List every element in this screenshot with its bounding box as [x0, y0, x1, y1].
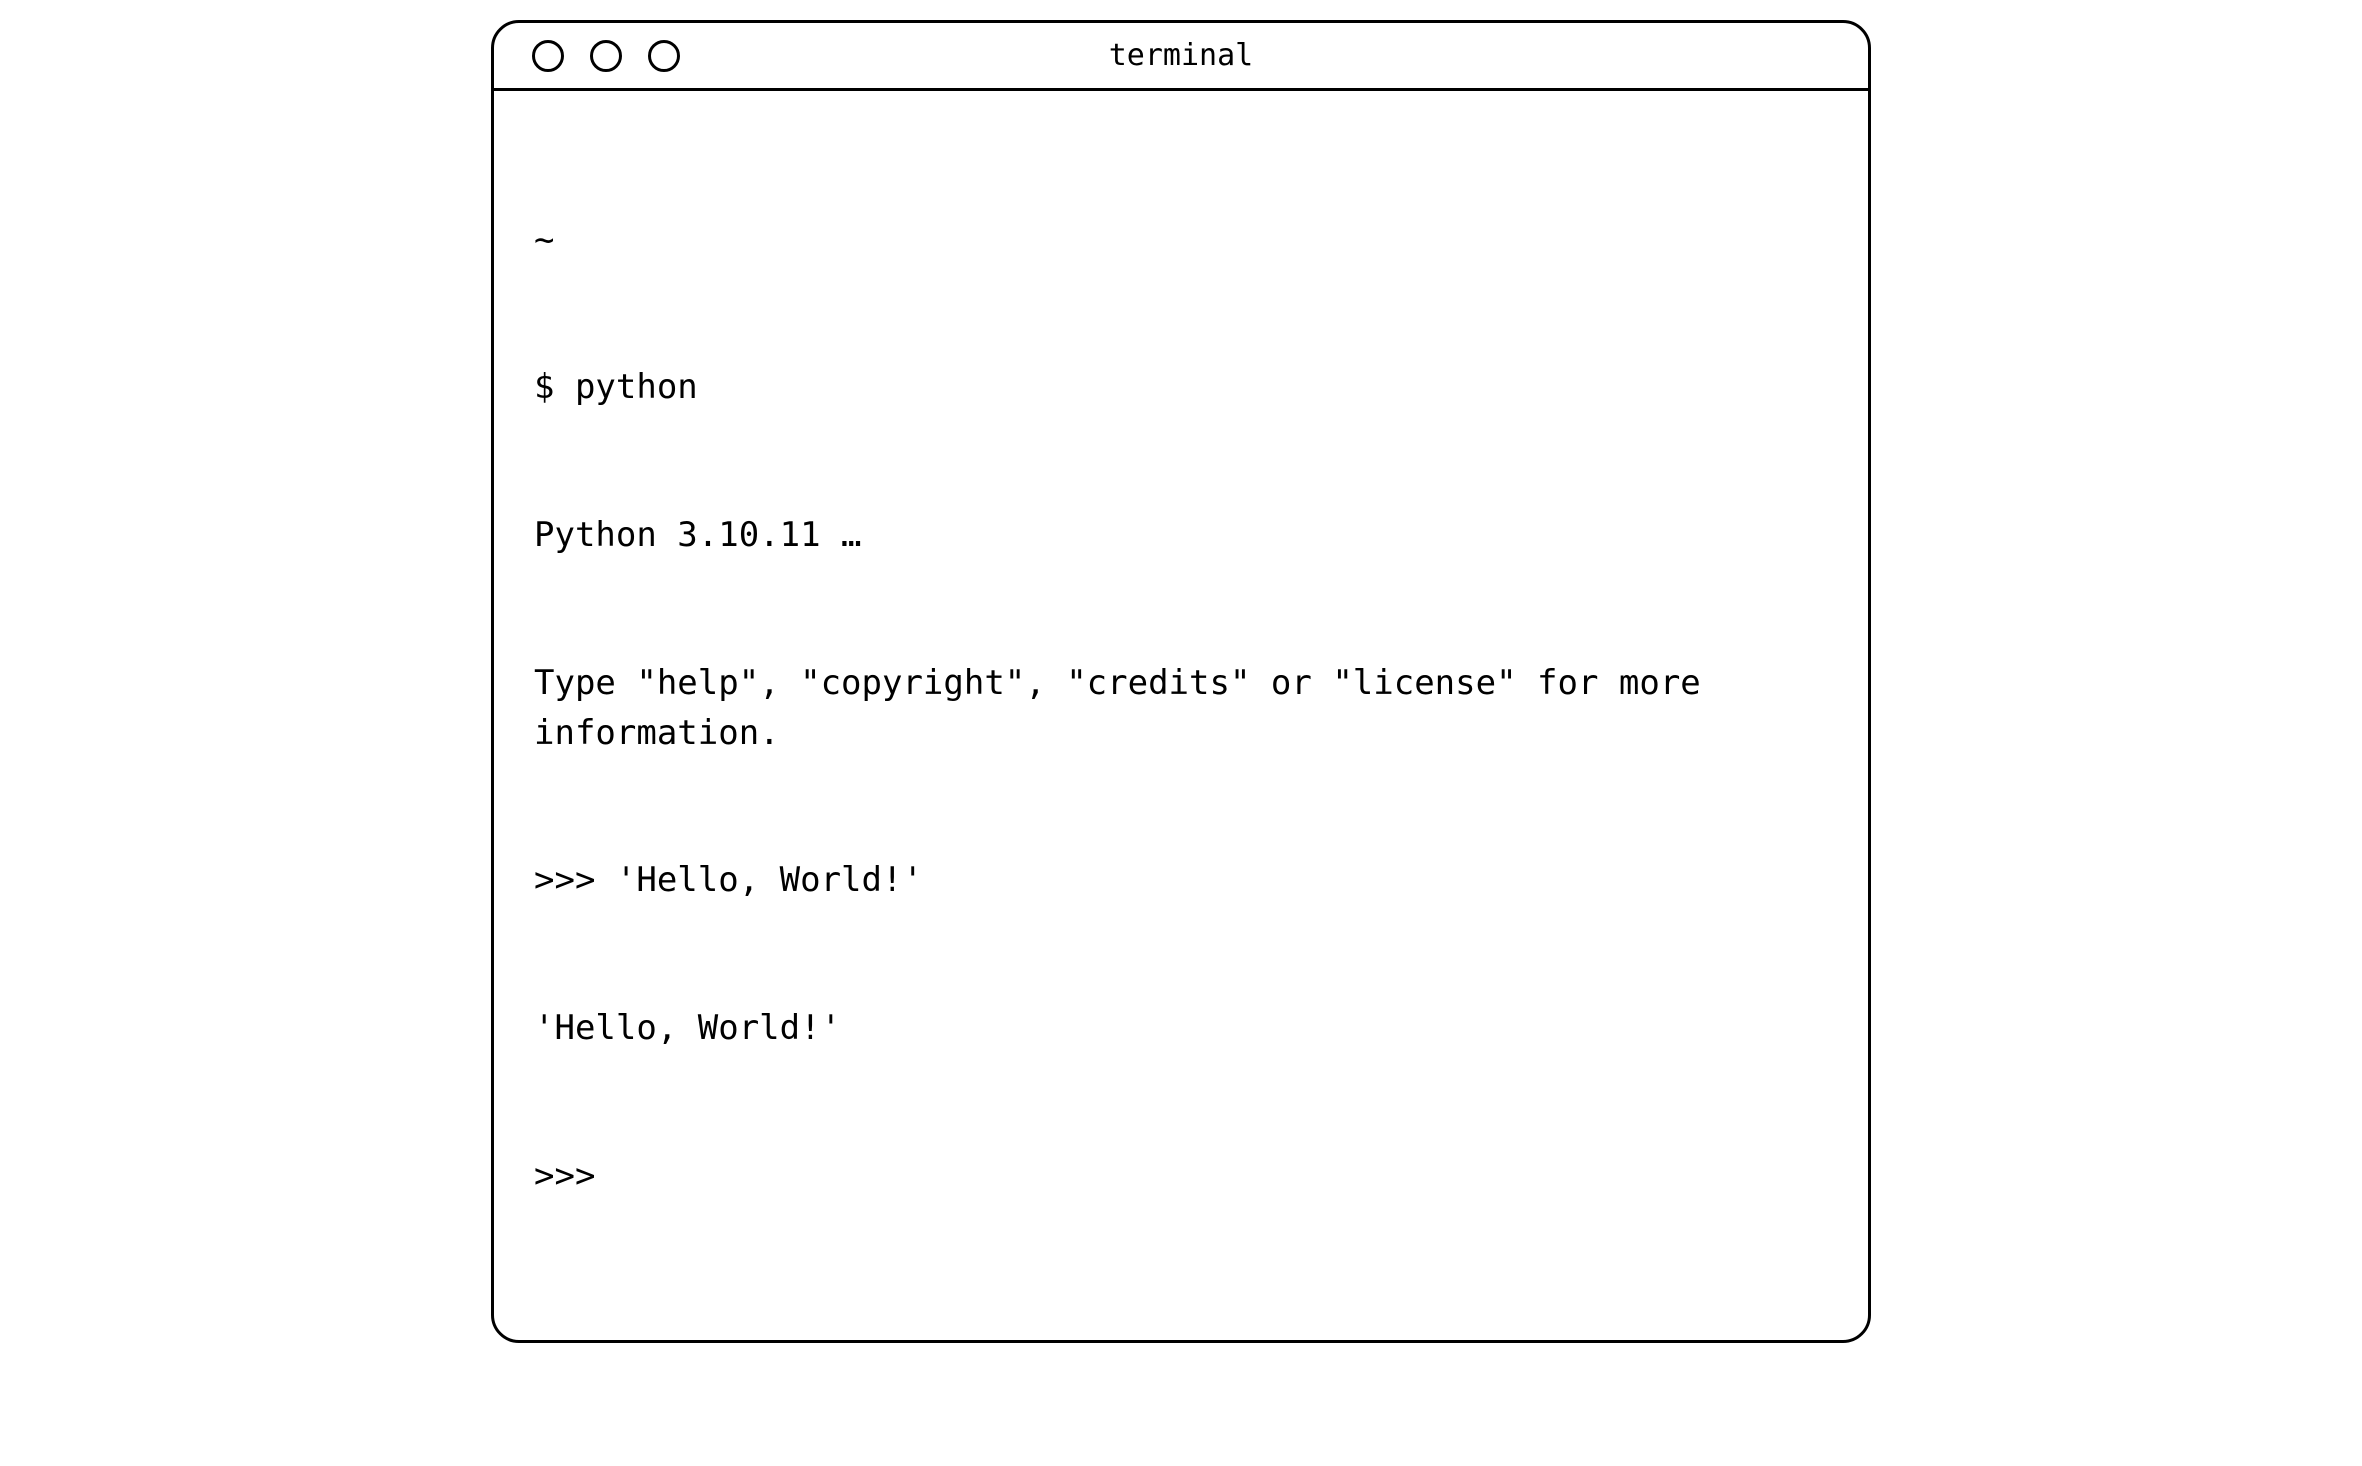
- minimize-icon[interactable]: [590, 40, 622, 72]
- terminal-line: Type "help", "copyright", "credits" or "…: [534, 659, 1828, 758]
- terminal-line: 'Hello, World!': [534, 1004, 1828, 1053]
- close-icon[interactable]: [532, 40, 564, 72]
- terminal-body[interactable]: ~ $ python Python 3.10.11 … Type "help",…: [494, 91, 1868, 1340]
- terminal-window: terminal ~ $ python Python 3.10.11 … Typ…: [491, 20, 1871, 1343]
- maximize-icon[interactable]: [648, 40, 680, 72]
- titlebar: terminal: [494, 23, 1868, 91]
- terminal-line: Python 3.10.11 …: [534, 511, 1828, 560]
- terminal-line: ~: [534, 216, 1828, 265]
- terminal-line: >>> 'Hello, World!': [534, 856, 1828, 905]
- terminal-line: $ python: [534, 363, 1828, 412]
- traffic-lights: [532, 40, 680, 72]
- window-title: terminal: [1109, 38, 1254, 73]
- terminal-line: >>>: [534, 1152, 1828, 1201]
